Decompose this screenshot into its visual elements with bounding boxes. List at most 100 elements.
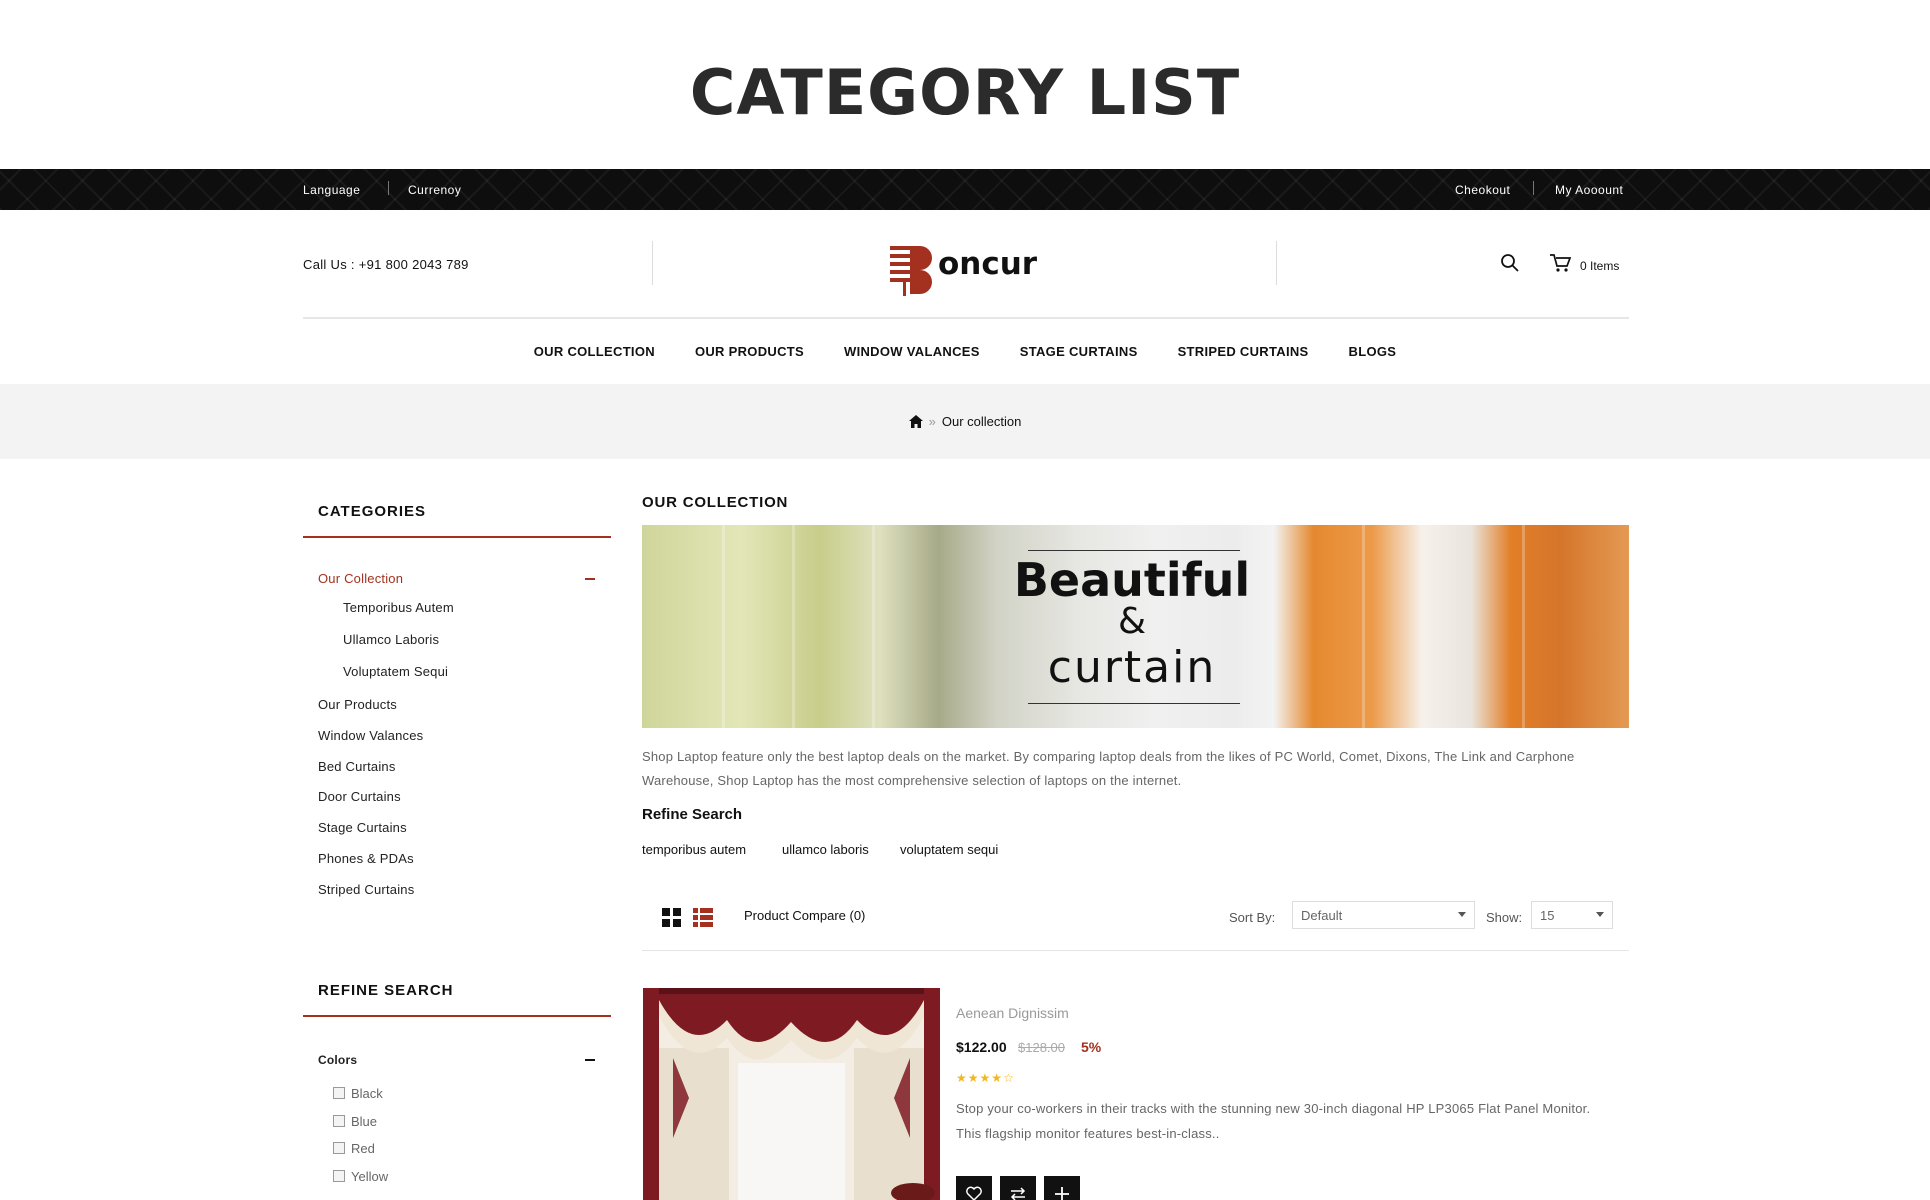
category-striped-curtains[interactable]: Striped Curtains	[318, 882, 414, 897]
call-us: Call Us : +91 800 2043 789	[303, 257, 469, 272]
color-label: Red	[351, 1141, 375, 1156]
curtain-fold	[1362, 525, 1365, 728]
sort-select[interactable]: Default	[1292, 901, 1475, 929]
checkbox[interactable]	[333, 1087, 345, 1099]
top-bar: Language Currenoy Cheokout My Aooount	[0, 169, 1930, 210]
color-label: Black	[351, 1086, 383, 1101]
sort-value: Default	[1301, 908, 1343, 923]
refine-link-voluptatem-sequi[interactable]: voluptatem sequi	[900, 842, 998, 857]
category-bed-curtains[interactable]: Bed Curtains	[318, 759, 396, 774]
breadcrumb-trail: » Our collection	[0, 414, 1930, 429]
curtain-image	[643, 988, 940, 1200]
list-view-icon[interactable]	[693, 908, 713, 927]
language-link[interactable]: Language	[303, 183, 360, 197]
logo-mark-icon	[890, 246, 932, 296]
product-price: $122.00	[956, 1039, 1007, 1055]
category-description: Shop Laptop feature only the best laptop…	[642, 749, 1575, 788]
home-icon[interactable]	[908, 415, 923, 428]
show-select[interactable]: 15	[1531, 901, 1613, 929]
categories-heading: CATEGORIES	[318, 503, 427, 520]
checkbox[interactable]	[333, 1142, 345, 1154]
product-image[interactable]	[643, 988, 940, 1200]
refine-link-ullamco-laboris[interactable]: ullamco laboris	[782, 842, 869, 857]
category-door-curtains[interactable]: Door Curtains	[318, 789, 401, 804]
category-phones-pdas[interactable]: Phones & PDAs	[318, 851, 414, 866]
color-label: Yellow	[351, 1169, 389, 1184]
discount-badge: 5%	[1081, 1039, 1102, 1055]
curtain-fold	[872, 525, 875, 728]
cart-count[interactable]: 0 Items	[1580, 259, 1619, 273]
divider	[303, 317, 1629, 319]
star-filled-icon: ★	[967, 1071, 980, 1085]
refine-link-temporibus-autem[interactable]: temporibus autem	[642, 842, 746, 857]
nav-stage-curtains[interactable]: STAGE CURTAINS	[1020, 344, 1138, 359]
heart-icon	[966, 1186, 982, 1200]
compare-button[interactable]	[1000, 1176, 1036, 1200]
divider	[1276, 241, 1277, 285]
my-account-link[interactable]: My Aooount	[1555, 183, 1623, 197]
banner-rule	[1028, 703, 1240, 704]
subcategory-temporibus-autem[interactable]: Temporibus Autem	[343, 600, 454, 615]
breadcrumb-current[interactable]: Our collection	[942, 414, 1021, 429]
sort-by-label: Sort By:	[1229, 910, 1276, 925]
product-description: Stop your co-workers in their tracks wit…	[956, 1101, 1591, 1141]
breadcrumb-separator: »	[928, 414, 936, 429]
refine-search-heading: REFINE SEARCH	[318, 982, 454, 999]
banner-rule	[1028, 550, 1240, 551]
star-filled-icon: ★	[991, 1071, 1004, 1085]
currency-link[interactable]: Currenoy	[408, 183, 461, 197]
wishlist-button[interactable]	[956, 1176, 992, 1200]
star-empty-icon: ☆	[1003, 1071, 1015, 1085]
checkbox[interactable]	[333, 1115, 345, 1127]
product-name[interactable]: Aenean Dignissim	[956, 1005, 1069, 1021]
add-to-cart-button[interactable]	[1044, 1176, 1080, 1200]
category-stage-curtains[interactable]: Stage Curtains	[318, 820, 407, 835]
category-banner: Beautiful & curtain	[642, 525, 1629, 728]
nav-striped-curtains[interactable]: STRIPED CURTAINS	[1178, 344, 1309, 359]
search-icon[interactable]	[1500, 253, 1520, 273]
chevron-down-icon	[1596, 912, 1604, 917]
main-nav: OUR COLLECTION OUR PRODUCTS WINDOW VALAN…	[0, 344, 1930, 359]
cart-icon[interactable]	[1549, 253, 1571, 273]
divider	[303, 1015, 611, 1017]
show-value: 15	[1540, 908, 1555, 923]
color-option-black[interactable]: Black	[333, 1086, 383, 1101]
color-label: Blue	[351, 1114, 378, 1129]
category-title: OUR COLLECTION	[642, 494, 789, 511]
product-compare-link[interactable]: Product Compare (0)	[744, 908, 865, 923]
curtain-fold	[792, 525, 795, 728]
color-option-yellow[interactable]: Yellow	[333, 1169, 388, 1184]
collapse-icon[interactable]	[585, 1059, 595, 1061]
plus-icon	[1055, 1187, 1069, 1200]
category-our-products[interactable]: Our Products	[318, 697, 397, 712]
divider	[1533, 181, 1534, 195]
checkbox[interactable]	[333, 1170, 345, 1182]
banner-line-2: &	[1117, 601, 1147, 642]
logo[interactable]: oncur	[890, 240, 1040, 296]
subcategory-ullamco-laboris[interactable]: Ullamco Laboris	[343, 632, 439, 647]
chevron-down-icon	[1458, 912, 1466, 917]
nav-our-collection[interactable]: OUR COLLECTION	[534, 344, 655, 359]
color-option-blue[interactable]: Blue	[333, 1114, 377, 1129]
product-old-price: $128.00	[1018, 1040, 1065, 1055]
category-our-collection[interactable]: Our Collection	[318, 571, 403, 586]
grid-view-icon[interactable]	[662, 908, 681, 927]
nav-blogs[interactable]: BLOGS	[1349, 344, 1397, 359]
breadcrumb: » Our collection	[0, 384, 1930, 459]
divider	[388, 181, 389, 195]
checkout-link[interactable]: Cheokout	[1455, 183, 1510, 197]
product-rating: ★★★★☆	[956, 1071, 1015, 1085]
show-label: Show:	[1486, 910, 1523, 925]
category-window-valances[interactable]: Window Valances	[318, 728, 423, 743]
divider	[642, 950, 1629, 951]
curtain-fold	[722, 525, 725, 728]
nav-window-valances[interactable]: WINDOW VALANCES	[844, 344, 980, 359]
refine-search-title: Refine Search	[642, 806, 743, 823]
subcategory-voluptatem-sequi[interactable]: Voluptatem Sequi	[343, 664, 448, 679]
nav-our-products[interactable]: OUR PRODUCTS	[695, 344, 804, 359]
divider	[652, 241, 653, 285]
collapse-icon[interactable]	[585, 578, 595, 580]
divider	[303, 536, 611, 538]
color-option-red[interactable]: Red	[333, 1141, 375, 1156]
colors-filter-label[interactable]: Colors	[318, 1053, 357, 1067]
